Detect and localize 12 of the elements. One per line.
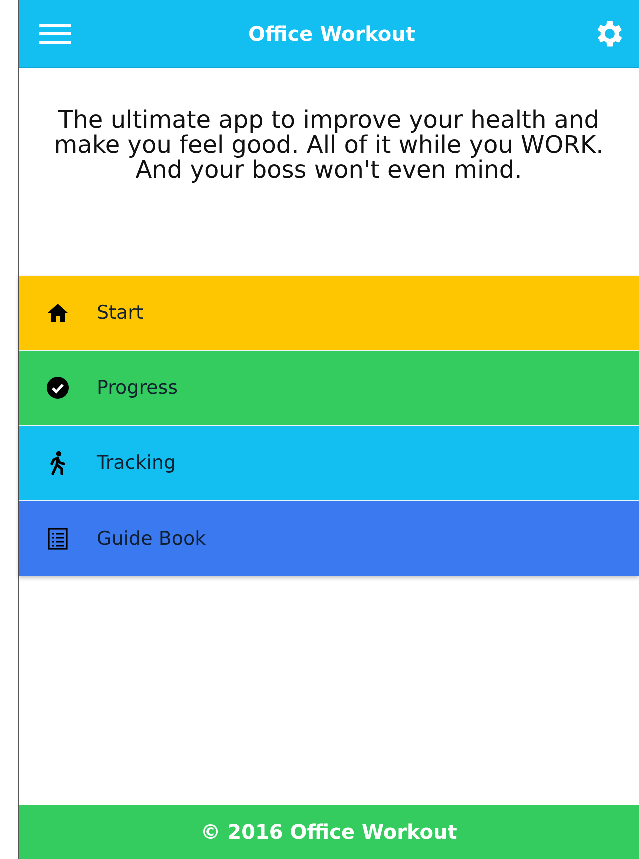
menu-icon[interactable]	[39, 22, 71, 44]
list-icon	[47, 528, 69, 550]
intro-text: The ultimate app to improve your health and make you feel good. All of it while you WORK.	[53, 108, 605, 158]
menu-item[interactable]: Progress	[19, 351, 639, 426]
menu-item[interactable]: Guide Book	[19, 501, 639, 576]
menu-item[interactable]: Start	[19, 276, 639, 351]
menu-item[interactable]: Tracking	[19, 426, 639, 501]
intro-text: And your boss won't even mind.	[136, 158, 524, 183]
home-icon	[47, 304, 69, 322]
copyright-text: © 2016 Office Workout	[200, 820, 458, 844]
check-circle-icon	[47, 377, 69, 399]
app-title: Office Workout	[248, 22, 416, 46]
